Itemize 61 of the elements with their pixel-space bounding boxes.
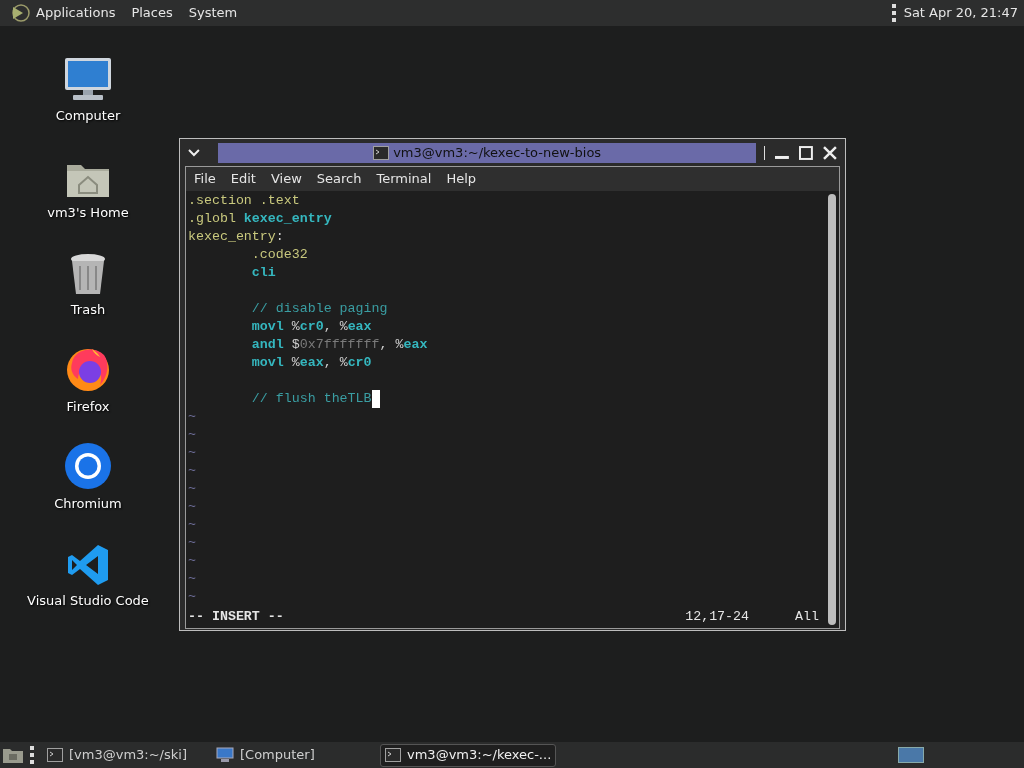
cursor-position: 12,17-24 (685, 608, 750, 626)
clock[interactable]: Sat Apr 20, 21:47 (903, 3, 1018, 23)
code-line: movl %cr0, %eax (250, 318, 372, 336)
code-line: cli (250, 264, 276, 282)
menu-item[interactable]: Edit (230, 169, 256, 189)
maximize-icon[interactable] (799, 146, 814, 160)
panel-menu[interactable]: Places (131, 3, 173, 23)
scrollbar[interactable] (828, 194, 836, 625)
menu-item[interactable]: File (194, 169, 216, 189)
desktop-icon-label[interactable]: Firefox (66, 397, 110, 417)
menu-item[interactable]: Help (446, 169, 477, 189)
show-desktop-icon[interactable] (2, 746, 24, 764)
handle-icon[interactable] (891, 4, 896, 22)
code-line: .globl kexec_entry (188, 210, 332, 228)
window-title: vm3@vm3:~/kexec-to-new-bios (393, 144, 602, 163)
monitor-icon (216, 747, 234, 763)
terminal-icon (385, 748, 401, 762)
chevron-down-icon[interactable] (188, 149, 200, 157)
empty-line-marker: ~ (188, 462, 196, 480)
taskbar-item[interactable]: vm3@vm3:~/kexec-... (380, 743, 557, 767)
close-icon[interactable] (823, 146, 837, 160)
empty-line-marker: ~ (188, 552, 196, 570)
taskbar-item[interactable]: [Computer] (211, 743, 376, 767)
menu-item[interactable]: Search (316, 169, 362, 189)
empty-line-marker: ~ (188, 426, 196, 444)
terminal-icon (373, 146, 390, 160)
desktop-icon-label[interactable]: vm3's Home (47, 203, 129, 223)
code-line: kexec_entry: (188, 228, 284, 246)
monitor-icon (63, 56, 113, 102)
menu-item[interactable]: View (270, 169, 302, 189)
code-line: .section .text (188, 192, 300, 210)
empty-line-marker: ~ (188, 588, 196, 606)
desktop-icon-label[interactable]: Computer (55, 106, 121, 126)
empty-line-marker: ~ (188, 408, 196, 426)
menu-item[interactable]: Terminal (376, 169, 432, 189)
trash-icon (68, 252, 108, 296)
code-editor-icon (66, 543, 110, 587)
code-line: andl $0x7fffffff, %eax (250, 336, 428, 354)
code-line: // flush theTLB (250, 390, 372, 408)
workspace-switcher-icon[interactable] (898, 747, 924, 763)
empty-line-marker: ~ (188, 570, 196, 588)
terminal-icon (47, 748, 63, 762)
code-line: movl %eax, %cr0 (250, 354, 372, 372)
panel-menu[interactable]: System (188, 3, 238, 23)
code-line: .code32 (250, 246, 308, 264)
empty-line-marker: ~ (188, 516, 196, 534)
code-line: // disable paging (250, 300, 388, 318)
panel-menu[interactable]: Applications (36, 3, 116, 23)
empty-line-marker: ~ (188, 534, 196, 552)
chromium-icon (64, 442, 112, 490)
desktop-icon-label[interactable]: Trash (70, 300, 106, 320)
handle-icon[interactable] (30, 746, 34, 764)
scroll-position: All (795, 608, 819, 626)
empty-line-marker: ~ (188, 498, 196, 516)
desktop-icon-label[interactable]: Chromium (54, 494, 122, 514)
mode-indicator: -- INSERT -- (188, 608, 284, 626)
logo-icon (10, 3, 30, 23)
taskbar-item[interactable]: [vm3@vm3:~/ski] (42, 743, 207, 767)
empty-line-marker: ~ (188, 444, 196, 462)
desktop-icon-label[interactable]: Visual Studio Code (27, 591, 149, 611)
empty-line-marker: ~ (188, 480, 196, 498)
